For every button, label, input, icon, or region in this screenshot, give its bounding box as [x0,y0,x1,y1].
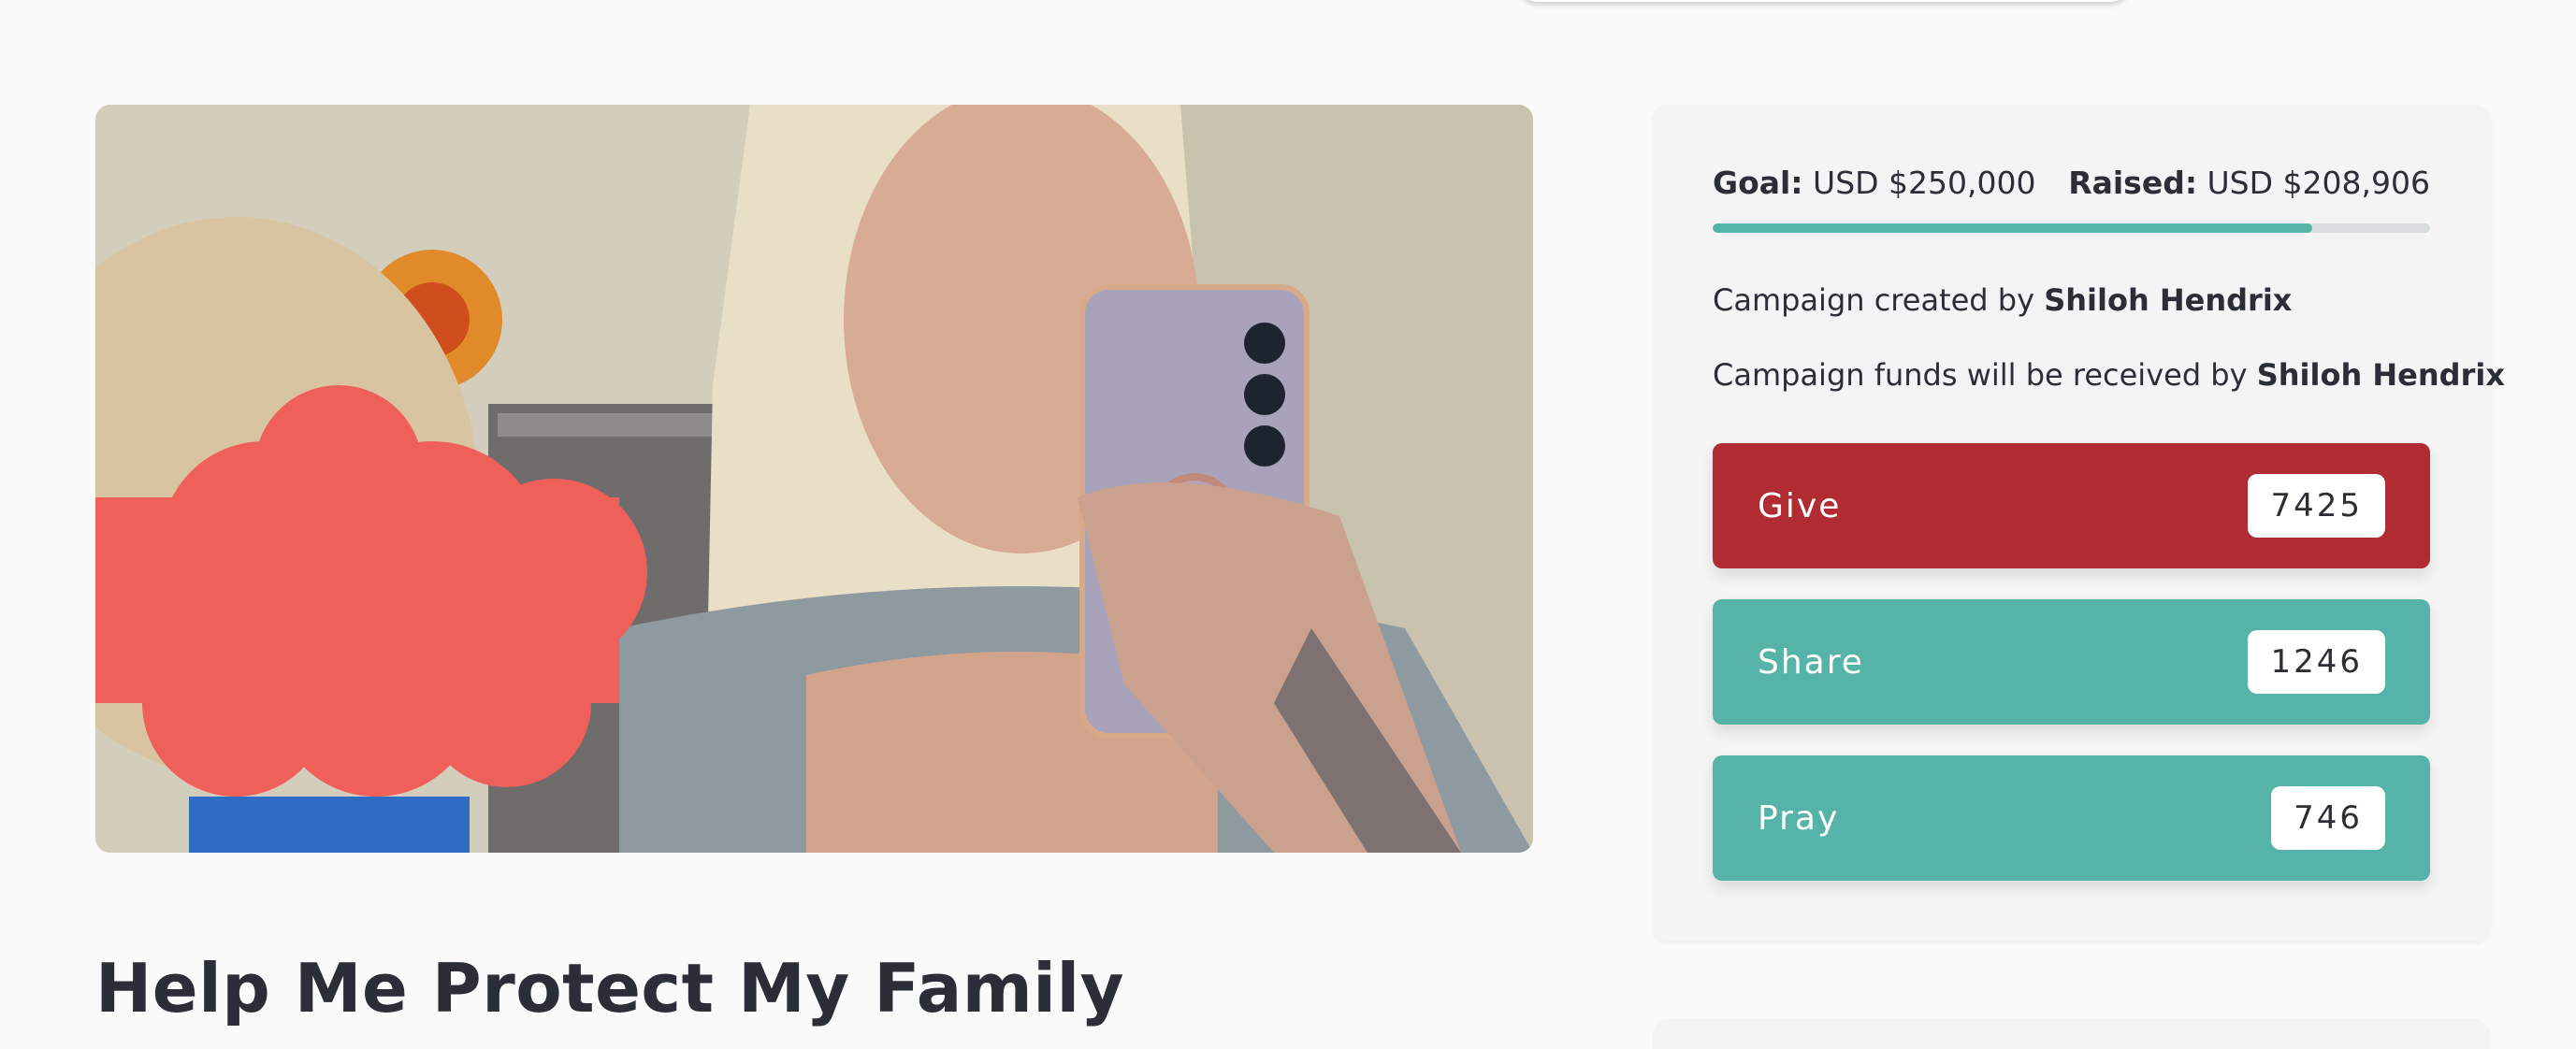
goal-label: Goal: [1713,165,1803,201]
goal-text: Goal: USD $250,000 [1713,165,2036,201]
fundraising-progress-bar [1713,223,2430,233]
donation-card: Goal: USD $250,000 Raised: USD $208,906 … [1653,105,2505,941]
share-button[interactable]: Share 1246 [1713,599,2430,725]
share-label: Share [1758,642,1864,682]
campaign-creator-line: Campaign created by Shiloh Hendrix [1713,282,2292,318]
funds-recipient-line: Campaign funds will be received by Shilo… [1713,357,2505,393]
campaign-page: Help Me Protect My Family Goal: USD $250… [0,0,2576,1049]
give-label: Give [1758,486,1842,525]
progress-fill [1713,223,2312,233]
pray-count-badge: 746 [2271,786,2385,850]
share-count-badge: 1246 [2248,630,2385,694]
goal-value: USD $250,000 [1813,165,2036,201]
creator-prefix: Campaign created by [1713,282,2035,318]
campaign-photo-illustration [95,105,1533,853]
raised-label: Raised: [2068,165,2198,201]
secondary-card [1653,1019,2490,1049]
recipient-name[interactable]: Shiloh Hendrix [2257,357,2505,393]
pray-button[interactable]: Pray 746 [1713,755,2430,881]
dropdown-popover [1520,0,2128,2]
creator-name[interactable]: Shiloh Hendrix [2044,282,2292,318]
raised-value: USD $208,906 [2207,165,2430,201]
campaign-title: Help Me Protect My Family [95,949,1125,1027]
campaign-photo [95,105,1533,853]
pray-label: Pray [1758,798,1840,838]
funds-prefix: Campaign funds will be received by [1713,357,2248,393]
give-button[interactable]: Give 7425 [1713,443,2430,568]
give-count-badge: 7425 [2248,474,2385,538]
goal-raised-row: Goal: USD $250,000 Raised: USD $208,906 [1713,165,2430,201]
raised-text: Raised: USD $208,906 [2068,165,2430,201]
